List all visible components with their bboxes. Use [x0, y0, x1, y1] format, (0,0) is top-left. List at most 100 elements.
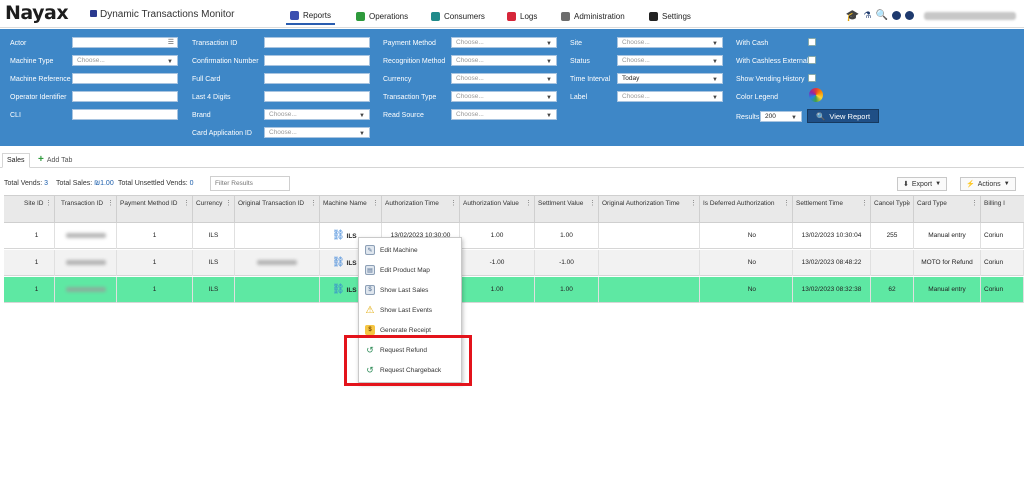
column-menu-icon[interactable]: ⋮: [183, 200, 190, 208]
menu-show-last-sales[interactable]: $ Show Last Sales: [365, 283, 428, 297]
export-button[interactable]: ⬇ Export ▼: [897, 177, 948, 191]
tab-sales[interactable]: Sales: [2, 153, 30, 168]
menu-edit-machine[interactable]: ✎ Edit Machine: [365, 243, 418, 257]
flask-icon[interactable]: ⚗: [863, 10, 871, 21]
card-application-id-select[interactable]: Choose... ▼: [264, 127, 370, 138]
col-billing[interactable]: Billing I: [981, 196, 1024, 223]
chevron-down-icon: ▼: [359, 131, 365, 137]
original-transaction-id-cell: [235, 250, 320, 276]
col-machine-name[interactable]: Machine Name ⋮: [320, 196, 382, 223]
table-row-selected[interactable]: 1 1 ILS ⛓ ILS 1.00 1.00 No 13/02/2023 08…: [4, 277, 1024, 303]
column-menu-icon[interactable]: ⋮: [690, 200, 697, 208]
nav-administration[interactable]: Administration: [557, 7, 629, 25]
list-icon[interactable]: ☰: [168, 38, 174, 46]
highlight-box: [344, 335, 472, 386]
column-menu-icon[interactable]: ⋮: [310, 200, 317, 208]
nav-operations[interactable]: Operations: [352, 7, 412, 25]
deferred-cell: No: [700, 277, 793, 303]
add-tab-button[interactable]: + Add Tab: [38, 155, 72, 165]
user-name[interactable]: [924, 11, 1016, 20]
show-vending-history-checkbox[interactable]: [808, 74, 816, 82]
menu-edit-product-map[interactable]: ▤ Edit Product Map: [365, 263, 430, 277]
brand-select[interactable]: Choose... ▼: [264, 109, 370, 120]
table-row[interactable]: 1 1 ILS ⛓ ILS -1.00 -1.00 No 13/02/2023 …: [4, 250, 1024, 276]
machine-icon[interactable]: ⛓: [332, 284, 345, 295]
recognition-method-select[interactable]: Choose... ▼: [451, 55, 557, 66]
col-payment-method-id[interactable]: Payment Method ID ⋮: [117, 196, 193, 223]
column-menu-icon[interactable]: ⋮: [372, 200, 379, 208]
transaction-type-label: Transaction Type: [383, 94, 437, 101]
column-menu-icon[interactable]: ⋮: [450, 200, 457, 208]
column-menu-icon[interactable]: ⋮: [107, 200, 114, 208]
payment-method-select[interactable]: Choose... ▼: [451, 37, 557, 48]
col-authorization-value[interactable]: Authorization Value ⋮: [460, 196, 535, 223]
view-report-label: View Report: [829, 111, 871, 121]
time-interval-select[interactable]: Today ▼: [617, 73, 723, 84]
column-menu-icon[interactable]: ⋮: [225, 200, 232, 208]
last4-input[interactable]: [264, 91, 370, 102]
payment-method-cell: 1: [117, 277, 193, 303]
nav-settings[interactable]: Settings: [645, 7, 695, 25]
col-settlement-time[interactable]: Settlement Time ⋮: [793, 196, 871, 223]
cli-input[interactable]: [72, 109, 178, 120]
col-original-authorization-time[interactable]: Original Authorization Time ⋮: [599, 196, 700, 223]
confirmation-number-input[interactable]: [264, 55, 370, 66]
col-is-deferred-authorization[interactable]: Is Deferred Authorization ⋮: [700, 196, 793, 223]
full-card-label: Full Card: [192, 76, 221, 83]
col-card-type[interactable]: Card Type ⋮: [914, 196, 981, 223]
with-cash-checkbox[interactable]: [808, 38, 816, 46]
read-source-select[interactable]: Choose... ▼: [451, 109, 557, 120]
col-settlement-value[interactable]: Settlment Value ⋮: [535, 196, 599, 223]
settlement-time-cell: 13/02/2023 08:32:38: [793, 277, 871, 303]
transaction-type-select[interactable]: Choose... ▼: [451, 91, 557, 102]
col-site-id[interactable]: Site ID ⋮: [4, 196, 55, 223]
nav-reports[interactable]: Reports: [286, 7, 336, 25]
menu-item-label: Edit Machine: [380, 246, 418, 254]
col-label: Currency: [196, 200, 223, 207]
color-wheel-icon[interactable]: [809, 88, 823, 102]
col-cancel-type[interactable]: Cancel Type ⋮: [871, 196, 914, 223]
machine-icon[interactable]: ⛓: [332, 230, 345, 241]
column-menu-icon[interactable]: ⋮: [525, 200, 532, 208]
actor-input[interactable]: ☰: [72, 37, 178, 48]
column-menu-icon[interactable]: ⋮: [904, 200, 911, 208]
column-menu-icon[interactable]: ⋮: [45, 200, 52, 208]
total-unsettled-label: Total Unsettled Vends:: [118, 180, 188, 187]
nav-logs[interactable]: Logs: [503, 7, 541, 25]
nav-consumers[interactable]: Consumers: [427, 7, 489, 25]
column-menu-icon[interactable]: ⋮: [589, 200, 596, 208]
column-menu-icon[interactable]: ⋮: [783, 200, 790, 208]
machine-type-select[interactable]: Choose... ▼: [72, 55, 178, 66]
transaction-id-input[interactable]: [264, 37, 370, 48]
currency-select[interactable]: Choose... ▼: [451, 73, 557, 84]
col-currency[interactable]: Currency ⋮: [193, 196, 235, 223]
tab-strip: Sales + Add Tab: [0, 153, 1024, 168]
help-icon[interactable]: [905, 11, 914, 20]
warning-icon: ⚠: [365, 304, 375, 316]
column-menu-icon[interactable]: ⋮: [861, 200, 868, 208]
results-select[interactable]: 200 ▼: [760, 111, 802, 122]
table-row[interactable]: 1 1 ILS ⛓ ILS 13/02/2023 10:30:00 1.00 1…: [4, 223, 1024, 249]
col-authorization-time[interactable]: Authorization Time ⋮: [382, 196, 460, 223]
nav-settings-label: Settings: [662, 11, 691, 21]
actions-button[interactable]: ⚡ Actions ▼: [960, 177, 1016, 191]
column-menu-icon[interactable]: ⋮: [971, 200, 978, 208]
search-icon[interactable]: 🔍: [876, 10, 888, 21]
col-transaction-id[interactable]: Transaction ID ⋮: [55, 196, 117, 223]
view-report-button[interactable]: 🔍 View Report: [807, 109, 880, 123]
col-original-transaction-id[interactable]: Original Transaction ID ⋮: [235, 196, 320, 223]
status-select[interactable]: Choose... ▼: [617, 55, 723, 66]
operator-identifier-input[interactable]: [72, 91, 178, 102]
with-cashless-external-checkbox[interactable]: [808, 56, 816, 64]
monitor-icon: [90, 10, 97, 17]
globe-icon[interactable]: [892, 11, 901, 20]
machine-icon[interactable]: ⛓: [332, 257, 345, 268]
full-card-input[interactable]: [264, 73, 370, 84]
menu-show-last-events[interactable]: ⚠ Show Last Events: [365, 303, 433, 317]
site-select[interactable]: Choose... ▼: [617, 37, 723, 48]
label-select[interactable]: Choose... ▼: [617, 91, 723, 102]
machine-reference-input[interactable]: [72, 73, 178, 84]
filter-results-input[interactable]: [210, 176, 290, 191]
graduation-cap-icon[interactable]: 🎓: [846, 9, 860, 22]
nayax-logo[interactable]: Nayax: [5, 3, 69, 23]
